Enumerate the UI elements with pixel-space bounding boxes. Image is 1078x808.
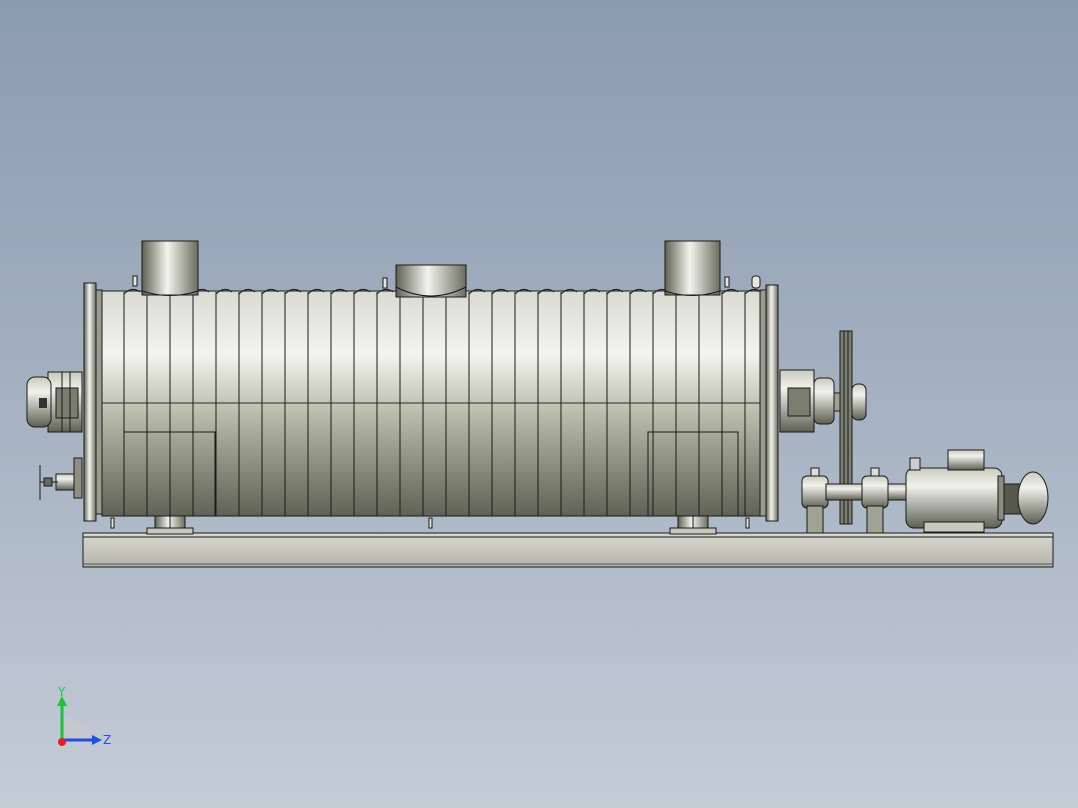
cad-model[interactable]	[0, 0, 1078, 808]
nozzle-right[interactable]	[664, 240, 721, 296]
z-axis-arrow	[92, 735, 102, 745]
z-axis-label: Z	[103, 733, 111, 747]
pillow-block-bearing-2[interactable]	[861, 467, 889, 534]
graphics-viewport[interactable]: Y Z	[0, 0, 1078, 808]
y-axis-label: Y	[57, 685, 66, 699]
coordinate-triad: Y Z	[57, 685, 111, 747]
base-frame[interactable]	[82, 532, 1054, 568]
bearing-housing-right[interactable]	[779, 369, 845, 433]
end-flange-right[interactable]	[759, 284, 779, 522]
electric-motor[interactable]	[905, 449, 1049, 533]
nozzle-center[interactable]	[395, 264, 467, 298]
end-flange-left[interactable]	[83, 282, 103, 522]
origin-marker	[58, 738, 66, 746]
pillow-block-bearing-1[interactable]	[801, 467, 829, 534]
valve-assembly-left[interactable]	[39, 457, 83, 500]
triad-sector	[62, 716, 92, 740]
bearing-housing-left[interactable]	[26, 371, 83, 433]
nozzle-left[interactable]	[141, 240, 199, 296]
drum-shell[interactable]	[101, 288, 762, 517]
